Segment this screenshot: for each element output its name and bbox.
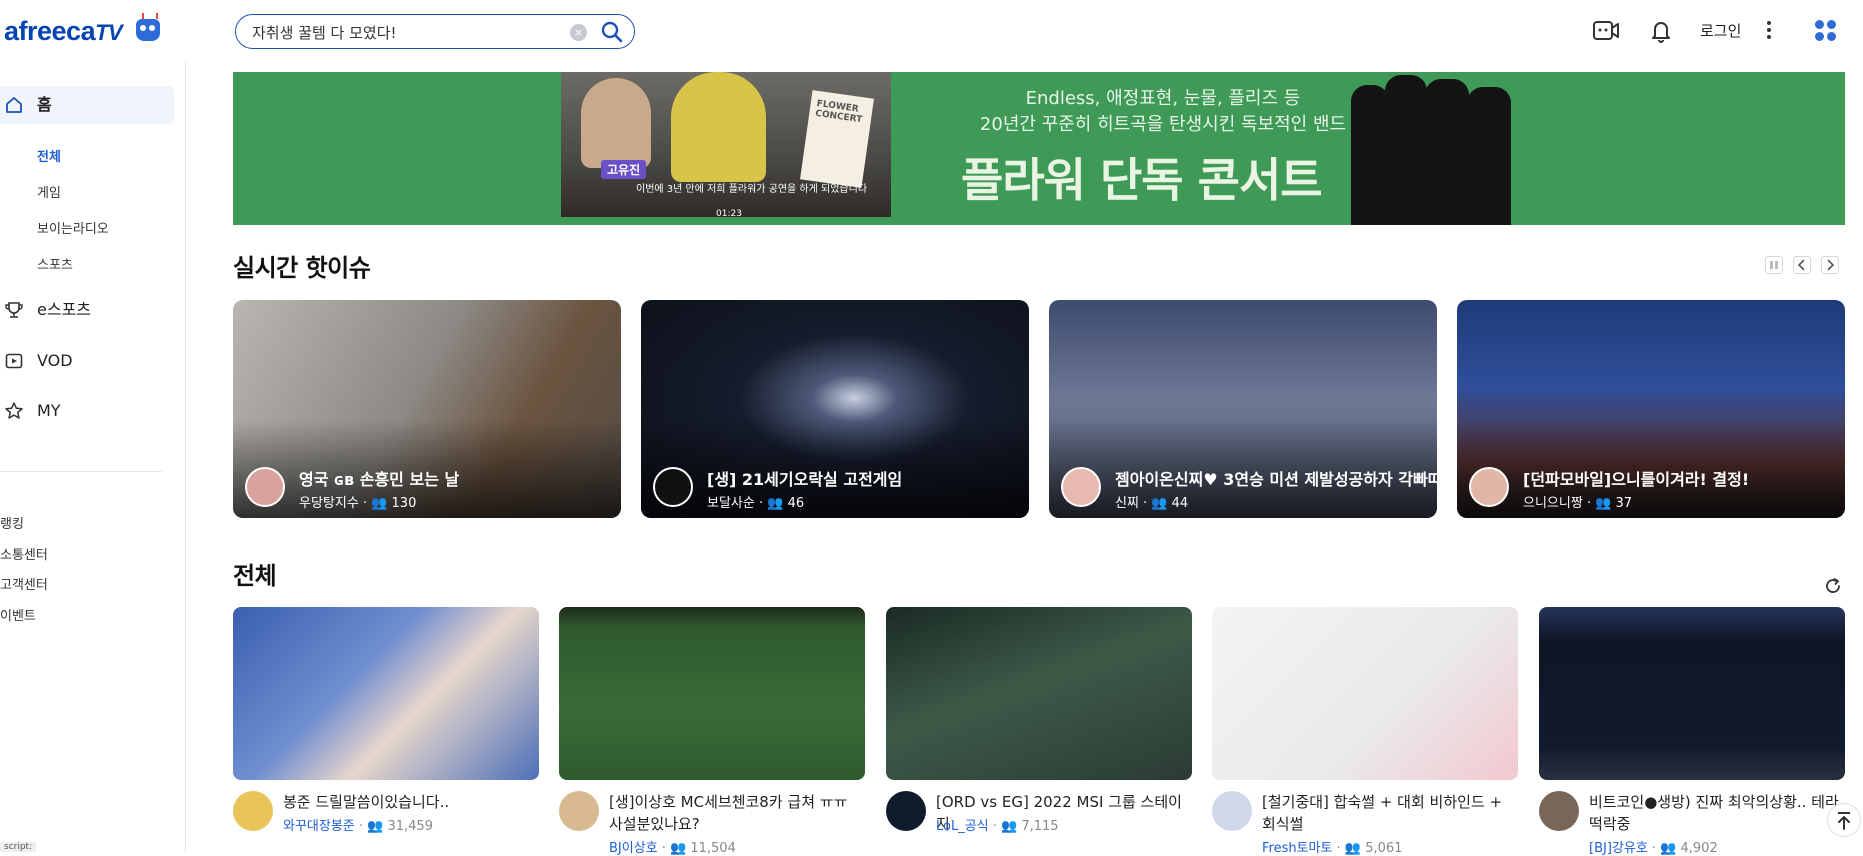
stream-title[interactable]: [생]이상호 MC세브첸코8카 급쳐 ㅠㅠ 사설분있나요?: [609, 791, 865, 835]
arrow-up-icon: [1838, 812, 1850, 830]
sidebar-link-community[interactable]: 소통센터: [0, 544, 48, 563]
apps-grid-icon[interactable]: [1815, 20, 1837, 42]
video-caption: 이번에 3년 만에 저희 플라워가 공연을 하게 되었습니다: [636, 184, 868, 195]
stream-meta: 으니으니짱 · 👥 37: [1523, 496, 1633, 511]
broadcast-camera-icon[interactable]: [1592, 19, 1620, 43]
pause-icon: [1770, 261, 1778, 269]
next-button[interactable]: [1821, 256, 1839, 274]
stream-title[interactable]: 영국 ɢʙ 손흥민 보는 날: [299, 466, 459, 490]
avatar[interactable]: [886, 791, 926, 831]
avatar[interactable]: [1061, 467, 1101, 507]
hot-card[interactable]: 젬아이온신찌♥ 3연승 미션 제발성공하자 각빠따 신찌 · 👥 44: [1049, 300, 1437, 518]
stream-meta: Fresh토마토 · 👥 5,061: [1262, 841, 1403, 856]
chevron-right-icon: [1827, 259, 1835, 271]
hot-issue-title: 실시간 핫이슈: [233, 254, 371, 282]
mascot-icon: [136, 19, 160, 41]
home-icon: [6, 97, 22, 113]
hot-card[interactable]: [던파모바일]으니를이겨라! 결정! 으니으니짱 · 👥 37: [1457, 300, 1845, 518]
sidebar-link-ranking[interactable]: 랭킹: [0, 513, 24, 532]
avatar[interactable]: [245, 467, 285, 507]
stream-meta: LoL_공식 · 👥 7,115: [936, 819, 1059, 834]
video-name-label: 고유진: [601, 160, 647, 179]
refresh-icon[interactable]: [1823, 576, 1843, 596]
top-header: afreecaTV × 로그인: [0, 0, 1863, 62]
video-time: 01:23: [716, 209, 742, 219]
more-menu-icon[interactable]: [1765, 20, 1773, 40]
stream-meta: BJ이상호 · 👥 11,504: [609, 841, 736, 856]
hot-card[interactable]: 영국 ɢʙ 손흥민 보는 날 우당탕지수 · 👥 130: [233, 300, 621, 518]
search-box[interactable]: ×: [235, 14, 635, 49]
stream-thumbnail[interactable]: [559, 607, 865, 780]
search-input[interactable]: [252, 22, 552, 42]
person-image: [671, 72, 766, 182]
sidebar-sub-sports[interactable]: 스포츠: [37, 254, 73, 273]
sidebar-home-highlight: [0, 86, 174, 124]
left-sidebar: 홈 전체 게임 보이는라디오 스포츠 e스포츠 VOD MY 랭킹 소통센터 고…: [0, 62, 186, 852]
stream-thumbnail[interactable]: [1539, 607, 1845, 780]
all-section-title: 전체: [233, 562, 277, 590]
avatar[interactable]: [559, 791, 599, 831]
trophy-icon: [5, 302, 23, 318]
banner-tagline: Endless, 애정표현, 눈물, 플리즈 등 20년간 꾸준히 히트곡을 탄…: [979, 88, 1347, 135]
avatar[interactable]: [1212, 791, 1252, 831]
sidebar-divider: [0, 471, 162, 472]
stream-title[interactable]: [생] 21세기오락실 고전게임: [707, 466, 902, 490]
banner-title: 플라워 단독 콘서트: [961, 153, 1323, 207]
avatar[interactable]: [653, 467, 693, 507]
pause-button[interactable]: [1765, 256, 1783, 274]
stream-title[interactable]: 젬아이온신찌♥ 3연승 미션 제발성공하자 각빠따: [1115, 466, 1437, 490]
stream-title[interactable]: [던파모바일]으니를이겨라! 결정!: [1523, 466, 1749, 490]
login-button[interactable]: 로그인: [1700, 20, 1741, 41]
chevron-left-icon: [1797, 259, 1805, 271]
promo-banner[interactable]: FLOWER CONCERT 고유진 이번에 3년 만에 저희 플라워가 공연을…: [233, 72, 1845, 225]
sidebar-link-event[interactable]: 이벤트: [0, 605, 36, 624]
scroll-to-top-button[interactable]: [1827, 803, 1861, 837]
sidebar-link-support[interactable]: 고객센터: [0, 574, 48, 593]
notification-bell-icon[interactable]: [1651, 19, 1671, 43]
afreecatv-logo[interactable]: afreecaTV: [4, 16, 123, 47]
stream-meta: 신찌 · 👥 44: [1115, 496, 1189, 511]
banner-video-thumbnail[interactable]: FLOWER CONCERT 고유진 이번에 3년 만에 저희 플라워가 공연을…: [561, 72, 891, 219]
prev-button[interactable]: [1793, 256, 1811, 274]
stream-thumbnail[interactable]: [233, 607, 539, 780]
debug-script-label: script:: [0, 842, 37, 852]
vod-icon: [5, 353, 23, 369]
stream-meta: [BJ]강유호 · 👥 4,902: [1589, 841, 1718, 856]
stream-meta: 보달사순 · 👥 46: [707, 496, 805, 511]
avatar[interactable]: [1539, 791, 1579, 831]
stream-meta: 와꾸대장봉준 · 👥 31,459: [283, 819, 433, 834]
stream-title[interactable]: 봉준 드릴말씀이있습니다..: [283, 791, 539, 813]
star-icon: [5, 402, 23, 419]
stream-title[interactable]: [철기중대] 합숙썰 + 대회 비하인드 + 회식썰: [1262, 791, 1518, 835]
band-photo: [1345, 72, 1525, 225]
search-icon[interactable]: [600, 20, 624, 44]
concert-card-image: FLOWER CONCERT: [800, 90, 874, 188]
avatar[interactable]: [233, 791, 273, 831]
sidebar-sub-game[interactable]: 게임: [37, 182, 61, 201]
stream-thumbnail[interactable]: [1212, 607, 1518, 780]
clear-search-icon[interactable]: ×: [570, 24, 587, 41]
sidebar-sub-radio[interactable]: 보이는라디오: [37, 218, 109, 237]
hot-card[interactable]: [생] 21세기오락실 고전게임 보달사순 · 👥 46: [641, 300, 1029, 518]
sidebar-sub-all[interactable]: 전체: [37, 146, 61, 165]
stream-meta: 우당탕지수 · 👥 130: [299, 496, 417, 511]
stream-thumbnail[interactable]: [886, 607, 1192, 780]
avatar[interactable]: [1469, 467, 1509, 507]
person-image: [581, 78, 651, 168]
stream-title[interactable]: 비트코인●생방) 진짜 최악의상황.. 테라 떡락중: [1589, 791, 1845, 835]
